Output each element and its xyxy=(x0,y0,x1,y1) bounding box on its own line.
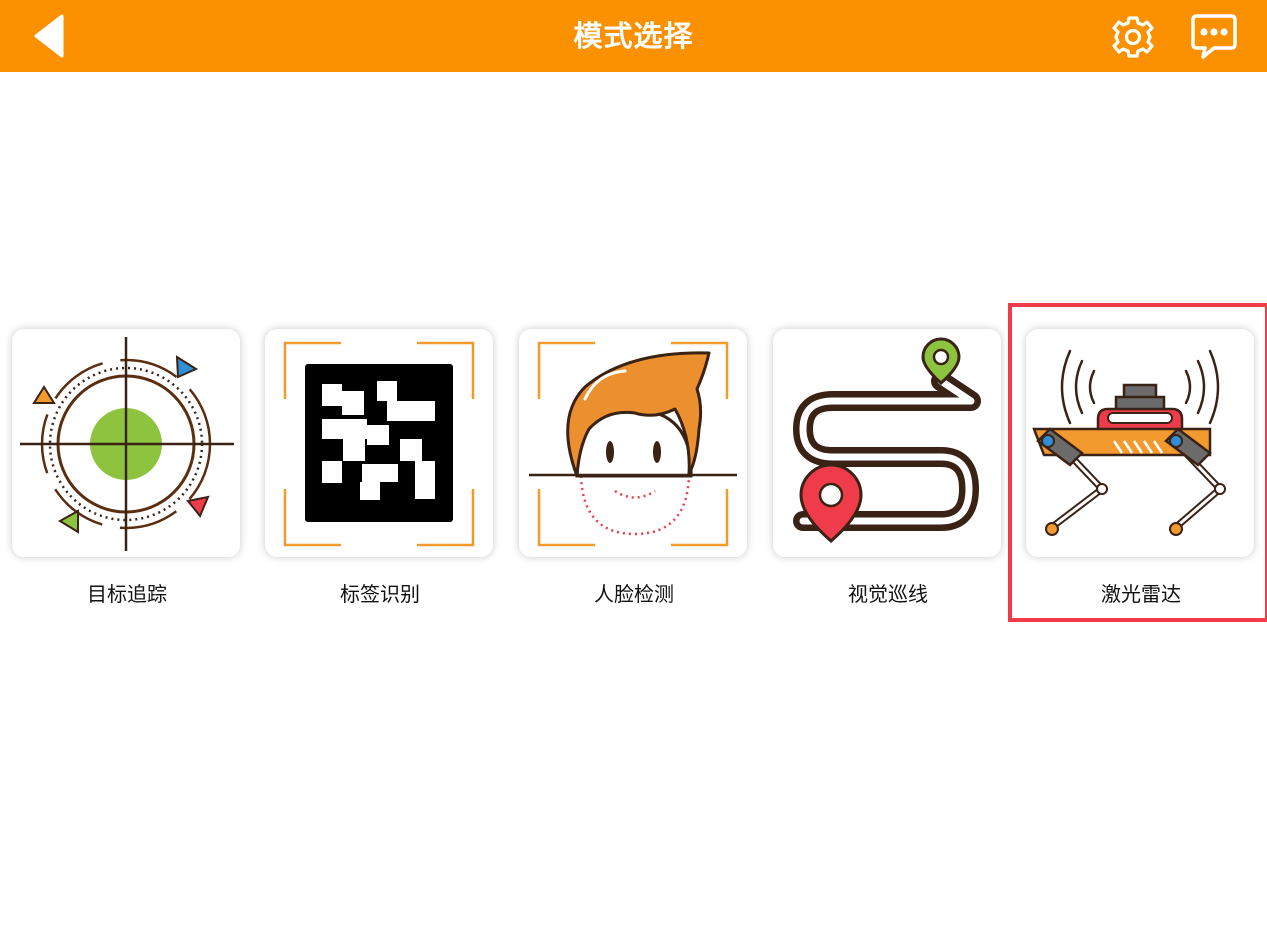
mode-item-line-following[interactable]: 视觉巡线 xyxy=(773,329,1003,606)
gear-icon[interactable] xyxy=(1108,12,1158,62)
mode-card-tag-recognition[interactable] xyxy=(265,329,493,557)
mode-label[interactable]: 激光雷达 xyxy=(1026,578,1256,607)
face-detection-icon xyxy=(529,341,737,547)
mode-label[interactable]: 视觉巡线 xyxy=(773,578,1003,607)
lidar-robot-dog-icon xyxy=(1032,349,1226,536)
mode-item-face-detection[interactable]: 人脸检测 xyxy=(519,329,749,606)
mode-label[interactable]: 目标追踪 xyxy=(12,578,242,607)
mode-label[interactable]: 人脸检测 xyxy=(519,578,749,607)
mode-card-line-following[interactable] xyxy=(773,329,1001,557)
page-title: 模式选择 xyxy=(573,19,694,53)
mode-card-face-detection[interactable] xyxy=(519,329,747,557)
mode-card-target-tracking[interactable] xyxy=(12,329,240,557)
mode-card-lidar[interactable] xyxy=(1026,329,1254,557)
chat-bubble-icon[interactable] xyxy=(1188,10,1240,62)
top-bar: 模式选择 xyxy=(0,0,1267,72)
mode-item-tag-recognition[interactable]: 标签识别 xyxy=(265,329,495,606)
line-following-icon xyxy=(793,337,981,543)
tag-recognition-icon xyxy=(283,341,475,547)
mode-item-target-tracking[interactable]: 目标追踪 xyxy=(12,329,242,606)
back-arrow-icon[interactable] xyxy=(28,14,72,58)
target-tracking-icon xyxy=(20,337,234,551)
mode-label[interactable]: 标签识别 xyxy=(265,578,495,607)
mode-item-lidar[interactable]: 激光雷达 xyxy=(1026,329,1256,606)
